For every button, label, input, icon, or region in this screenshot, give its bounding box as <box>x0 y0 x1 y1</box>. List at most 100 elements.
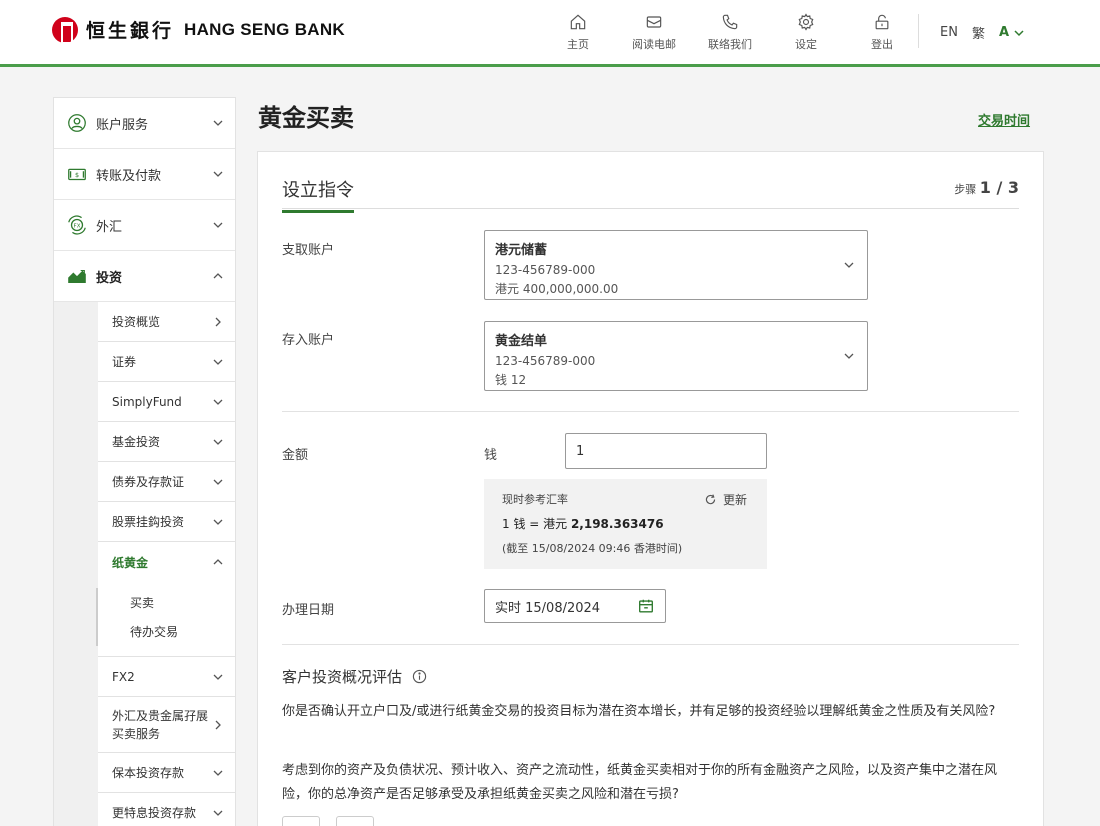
submenu-capital-protected[interactable]: 保本投资存款 <box>98 753 235 793</box>
debit-account-number: 123-456789-000 <box>495 263 596 277</box>
submenu-label: FX2 <box>112 669 135 684</box>
nav-logout[interactable]: 登出 <box>844 12 920 52</box>
credit-account-name: 黄金结单 <box>495 334 548 349</box>
nav-contact-label: 联络我们 <box>708 38 752 51</box>
chevron-up-icon <box>213 273 223 279</box>
paper-gold-submenu: 买卖 待办交易 <box>96 582 235 657</box>
chevron-right-icon <box>215 720 221 729</box>
fx-icon: FX <box>68 215 86 235</box>
nav-mail-label: 阅读电邮 <box>632 38 676 51</box>
nav-mail[interactable]: 阅读电邮 <box>616 12 692 52</box>
submenu-paper-gold[interactable]: 纸黄金 <box>98 542 235 582</box>
sidebar-item-label: 账户服务 <box>96 117 149 133</box>
section-divider <box>282 644 1019 645</box>
submenu-bonds[interactable]: 债券及存款证 <box>98 462 235 502</box>
amount-label: 金额 <box>282 448 309 463</box>
assessment-title-text: 客户投资概况评估 <box>282 668 403 686</box>
nav-settings[interactable]: 设定 <box>768 12 844 52</box>
submenu-premium-deposit[interactable]: 更特息投资存款 <box>98 793 235 826</box>
section-divider <box>282 411 1019 412</box>
credit-account-label: 存入账户 <box>282 333 335 348</box>
page-title: 黄金买卖 <box>258 104 354 132</box>
chevron-up-icon <box>213 559 223 565</box>
logo-english-name: HANG SENG BANK <box>184 19 346 39</box>
submenu-simplyfund[interactable]: SimplyFund <box>98 382 235 422</box>
rate-value: 2,198.363476 <box>570 517 664 531</box>
lang-tc[interactable]: 繁 <box>972 23 985 42</box>
chevron-down-icon <box>844 353 854 359</box>
answer-yes-button[interactable] <box>282 816 320 826</box>
credit-account-balance: 钱 12 <box>495 373 527 387</box>
submenu-securities[interactable]: 证券 <box>98 342 235 382</box>
account-icon <box>68 114 86 132</box>
submenu-label: 股票挂鈎投资 <box>112 515 185 529</box>
top-header: 恒生銀行 HANG SENG BANK 主页 阅读电邮 联络我们 设定 登出 E… <box>0 0 1100 67</box>
submenu-gold-pending[interactable]: 待办交易 <box>96 617 235 646</box>
submenu-label: 外汇及贵金属孖展买卖服务 <box>112 708 209 741</box>
nav-home-label: 主页 <box>567 38 589 51</box>
info-icon[interactable] <box>412 669 427 684</box>
lock-icon <box>875 14 889 30</box>
credit-account-number: 123-456789-000 <box>495 354 596 368</box>
sidebar-item-account-services[interactable]: 账户服务 <box>54 98 235 149</box>
debit-account-select[interactable]: 港元储蓄 123-456789-000 港元 400,000,000.00 <box>484 230 868 300</box>
step-value: 1 / 3 <box>979 178 1019 197</box>
submenu-label: 保本投资存款 <box>112 766 185 780</box>
logo-chinese-name: 恒生銀行 <box>86 20 175 42</box>
submenu-equity-linked[interactable]: 股票挂鈎投资 <box>98 502 235 542</box>
chevron-down-icon <box>213 359 223 365</box>
refresh-icon <box>705 494 716 505</box>
reference-rate-box: 现时参考汇率 1 钱 = 港元 2,198.363476 (截至 15/08/2… <box>484 479 767 569</box>
submenu-label: 更特息投资存款 <box>112 806 197 820</box>
chevron-down-icon <box>213 171 223 177</box>
submenu-fx2[interactable]: FX2 <box>98 657 235 697</box>
chevron-down-icon <box>213 810 223 816</box>
submenu-margin-trading[interactable]: 外汇及贵金属孖展买卖服务 <box>98 697 235 753</box>
processing-date-picker[interactable]: 实时 15/08/2024 <box>484 589 666 623</box>
sidebar-item-transfer[interactable]: $ 转账及付款 <box>54 149 235 200</box>
chevron-down-icon[interactable] <box>1013 27 1025 39</box>
submenu-label: 基金投资 <box>112 435 161 449</box>
nav-logout-label: 登出 <box>871 38 893 51</box>
assessment-question-1: 你是否确认开立户口及/或进行纸黄金交易的投资目标为潜在资本增长，并有足够的投资经… <box>282 704 996 719</box>
nav-contact[interactable]: 联络我们 <box>692 12 768 52</box>
font-size-toggle[interactable]: A <box>999 25 1009 40</box>
processing-date-label: 办理日期 <box>282 603 335 618</box>
sidebar-item-label: 投资 <box>96 270 123 286</box>
mail-icon <box>646 16 662 28</box>
chevron-right-icon <box>215 317 221 326</box>
submenu-investment-overview[interactable]: 投资概览 <box>98 302 235 342</box>
credit-account-select[interactable]: 黄金结单 123-456789-000 钱 12 <box>484 321 868 391</box>
step-label: 步骤 <box>954 183 977 196</box>
sidebar-item-investment[interactable]: 投资 <box>54 251 235 302</box>
refresh-label: 更新 <box>722 493 747 507</box>
nav-home[interactable]: 主页 <box>540 12 616 52</box>
sidebar-item-fx[interactable]: FX 外汇 <box>54 200 235 251</box>
chevron-down-icon <box>213 222 223 228</box>
trading-hours-link[interactable]: 交易时间 <box>978 110 1030 129</box>
submenu-label: SimplyFund <box>112 394 182 409</box>
header-divider <box>918 14 919 48</box>
amount-input[interactable] <box>565 433 767 469</box>
refresh-rate-button[interactable]: 更新 <box>704 491 747 508</box>
bank-logo[interactable]: 恒生銀行 HANG SENG BANK <box>52 16 346 46</box>
investment-submenu: 投资概览 证券 SimplyFund 基金投资 债券及存款证 股票挂鈎投资 纸黄… <box>54 302 235 826</box>
answer-no-button[interactable] <box>336 816 374 826</box>
submenu-label: 证券 <box>112 355 137 369</box>
debit-account-name: 港元储蓄 <box>495 243 548 258</box>
chevron-down-icon <box>213 674 223 680</box>
svg-text:$: $ <box>75 171 79 179</box>
chevron-down-icon <box>213 439 223 445</box>
nav-settings-label: 设定 <box>795 38 817 51</box>
sidebar-item-label: 外汇 <box>96 219 123 235</box>
chevron-down-icon <box>213 770 223 776</box>
debit-account-balance: 港元 400,000,000.00 <box>495 282 619 296</box>
calendar-icon <box>639 599 653 613</box>
sidebar: 账户服务 $ 转账及付款 FX 外汇 投资 投资概览 证券 SimplyFund… <box>53 97 236 826</box>
rate-line: 1 钱 = 港元 2,198.363476 <box>502 515 749 532</box>
chevron-down-icon <box>213 399 223 405</box>
submenu-funds[interactable]: 基金投资 <box>98 422 235 462</box>
lang-en[interactable]: EN <box>940 25 958 40</box>
submenu-gold-trade[interactable]: 买卖 <box>96 588 235 617</box>
submenu-label: 投资概览 <box>112 315 161 329</box>
